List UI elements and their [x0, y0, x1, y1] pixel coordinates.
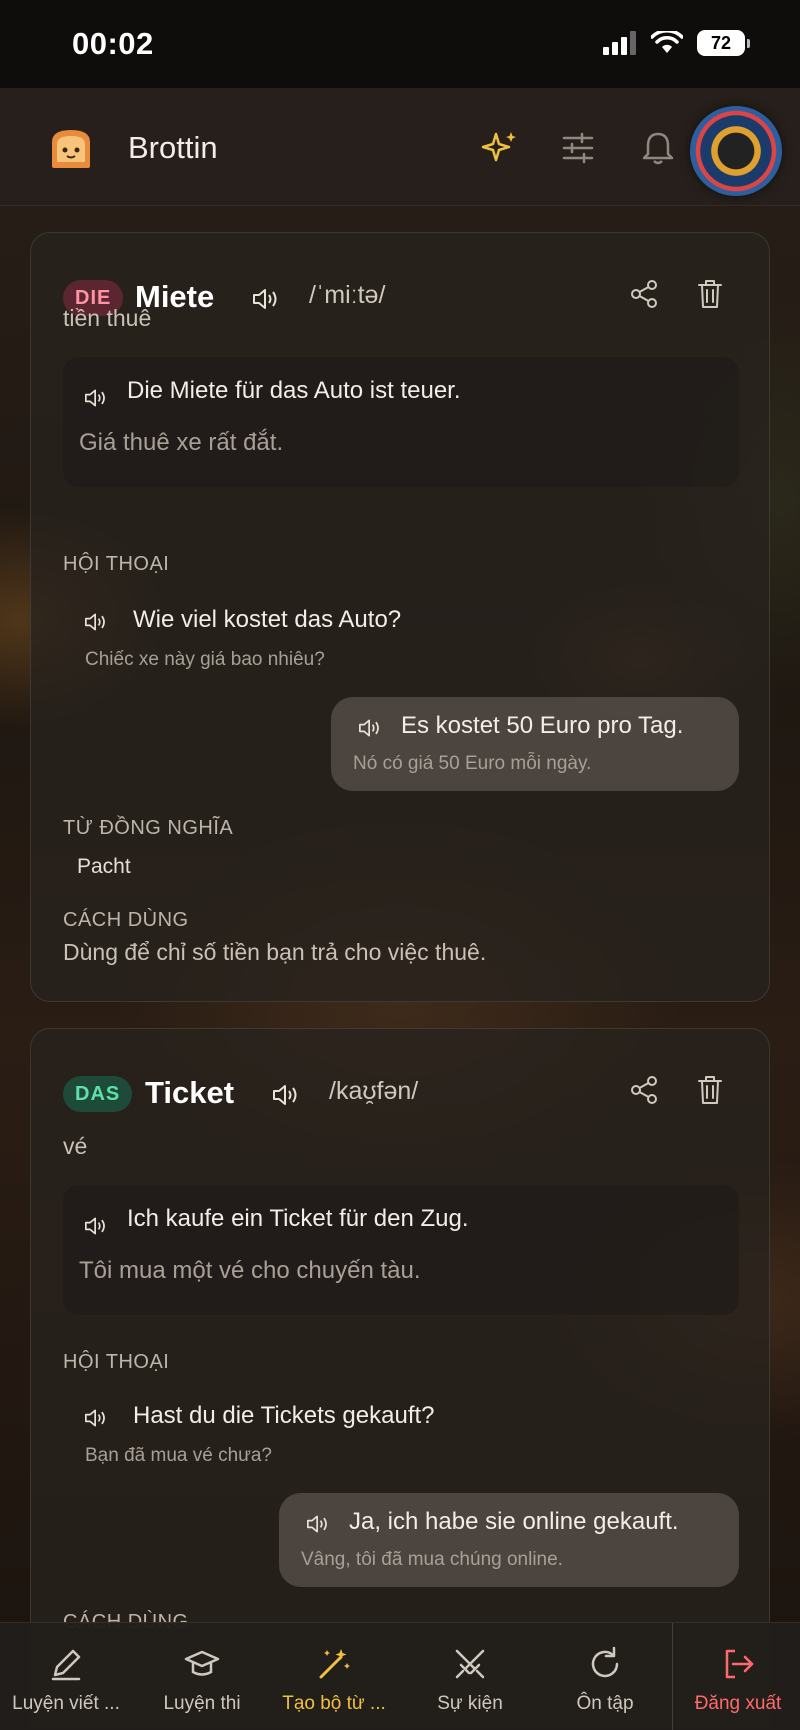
- app-header: Brottin: [0, 88, 800, 206]
- filter-button[interactable]: [552, 122, 604, 174]
- nav-divider: [672, 1623, 673, 1730]
- speaker-icon[interactable]: [83, 611, 109, 633]
- dialogue-vietnamese: Vâng, tôi đã mua chúng online.: [301, 1549, 563, 1570]
- vocab-card: DIE Miete /ˈmiːtə/ tiền thuê Die Miete f…: [30, 232, 770, 1002]
- nav-label: Ôn tập: [576, 1693, 634, 1714]
- magic-wand-icon: [319, 1649, 350, 1679]
- word-meaning: tiền thuê: [63, 305, 152, 331]
- logout-icon: [725, 1649, 754, 1679]
- sliders-icon: [562, 132, 594, 164]
- refresh-icon: [591, 1646, 619, 1678]
- synonyms-label: TỪ ĐỒNG NGHĨA: [63, 817, 234, 839]
- dialogue-german: Hast du die Tickets gekauft?: [133, 1402, 435, 1429]
- example-box: Ich kaufe ein Ticket für den Zug. Tôi mu…: [63, 1185, 739, 1315]
- crossed-swords-icon: [455, 1649, 485, 1679]
- nav-label: Luyện viết ...: [12, 1693, 120, 1714]
- toast-logo-icon[interactable]: [46, 126, 96, 170]
- status-icons: 72: [603, 30, 750, 56]
- status-time: 00:02: [72, 26, 154, 61]
- example-box: Die Miete für das Auto ist teuer. Giá th…: [63, 357, 739, 487]
- sparkle-icon: [481, 132, 516, 162]
- article-badge: DAS: [63, 1076, 133, 1112]
- nav-logout[interactable]: Đăng xuất: [674, 1623, 800, 1730]
- speaker-icon[interactable]: [305, 1513, 331, 1535]
- synonym-chip: Pacht: [77, 855, 131, 878]
- dialogue-vietnamese: Nó có giá 50 Euro mỗi ngày.: [353, 753, 592, 774]
- nav-events[interactable]: Sự kiện: [406, 1623, 534, 1730]
- app-title: Brottin: [128, 130, 218, 165]
- ipa-pronunciation: /kaʊ̯fən/: [329, 1077, 419, 1105]
- dialogue-bubble-right: Es kostet 50 Euro pro Tag. Nó có giá 50 …: [331, 697, 739, 791]
- nav-label: Sự kiện: [437, 1693, 503, 1714]
- status-bar: 00:02 72: [0, 0, 800, 88]
- speaker-icon[interactable]: [251, 286, 281, 312]
- dialogue-vietnamese: Bạn đã mua vé chưa?: [85, 1445, 273, 1466]
- wifi-icon: [651, 31, 683, 53]
- nav-label: Đăng xuất: [694, 1693, 782, 1714]
- dialogue-bubble-right: Ja, ich habe sie online gekauft. Vâng, t…: [279, 1493, 739, 1587]
- example-vietnamese: Giá thuê xe rất đắt.: [79, 429, 284, 456]
- dialogue-german: Ja, ich habe sie online gekauft.: [349, 1508, 679, 1535]
- nav-label: Luyện thi: [163, 1693, 241, 1714]
- speaker-icon[interactable]: [83, 1407, 109, 1429]
- dialogue-german: Es kostet 50 Euro pro Tag.: [401, 712, 684, 739]
- nav-exam-practice[interactable]: Luyện thi: [138, 1623, 266, 1730]
- bottom-nav: Luyện viết ... Luyện thi Tạo bộ từ ... S…: [0, 1622, 800, 1730]
- ipa-pronunciation: /ˈmiːtə/: [309, 281, 386, 309]
- nav-review[interactable]: Ôn tập: [541, 1623, 669, 1730]
- battery-level: 72: [697, 30, 745, 56]
- example-german: Die Miete für das Auto ist teuer.: [127, 377, 461, 404]
- usage-label: CÁCH DÙNG: [63, 909, 189, 931]
- example-german: Ich kaufe ein Ticket für den Zug.: [127, 1205, 469, 1232]
- ai-sparkle-button[interactable]: [474, 122, 526, 174]
- signal-icon: [603, 31, 636, 55]
- nav-create-wordset[interactable]: Tạo bộ từ ...: [270, 1623, 398, 1730]
- word-meaning: vé: [63, 1133, 88, 1159]
- vocab-word: Ticket: [145, 1075, 235, 1110]
- share-icon[interactable]: [627, 1073, 661, 1107]
- graduation-cap-icon: [184, 1650, 220, 1676]
- speaker-icon[interactable]: [357, 717, 383, 739]
- dialogue-german: Wie viel kostet das Auto?: [133, 606, 402, 633]
- dialogue-label: HỘI THOẠI: [63, 1351, 170, 1373]
- pencil-icon: [51, 1649, 81, 1681]
- speaker-icon[interactable]: [83, 1215, 109, 1237]
- battery-icon: 72: [697, 30, 750, 56]
- nav-label: Tạo bộ từ ...: [282, 1693, 386, 1714]
- speaker-icon[interactable]: [271, 1082, 301, 1108]
- usage-text: Dùng để chỉ số tiền bạn trả cho việc thu…: [63, 939, 487, 965]
- dialogue-vietnamese: Chiếc xe này giá bao nhiêu?: [85, 649, 325, 670]
- trash-icon[interactable]: [693, 1073, 727, 1107]
- trash-icon[interactable]: [693, 277, 727, 311]
- notifications-button[interactable]: [632, 122, 684, 174]
- nav-writing-practice[interactable]: Luyện viết ...: [2, 1623, 130, 1730]
- bell-icon: [642, 132, 674, 165]
- dialogue-label: HỘI THOẠI: [63, 553, 170, 575]
- user-avatar[interactable]: [690, 106, 782, 196]
- example-vietnamese: Tôi mua một vé cho chuyến tàu.: [79, 1257, 421, 1284]
- speaker-icon[interactable]: [83, 387, 109, 409]
- share-icon[interactable]: [627, 277, 661, 311]
